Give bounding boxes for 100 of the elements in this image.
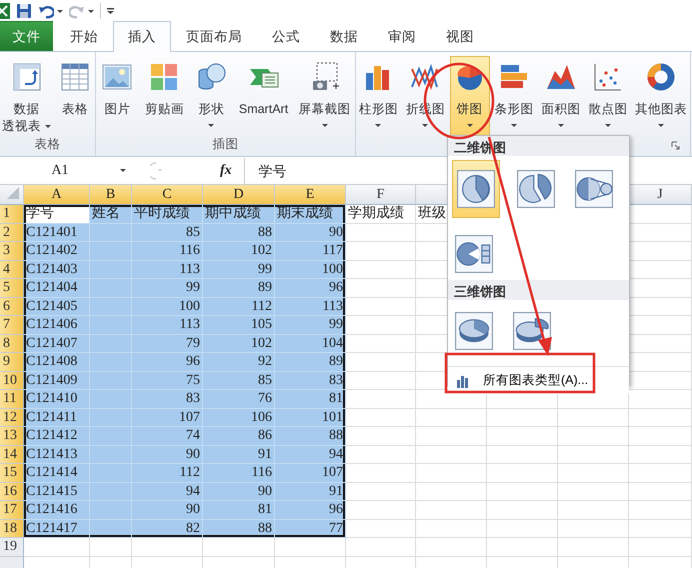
- table-cell: 学号: [24, 205, 90, 224]
- ribbon-tab[interactable]: 数据: [315, 21, 373, 51]
- row-header[interactable]: 16: [0, 482, 24, 501]
- row-header[interactable]: 14: [0, 446, 24, 464]
- table-cell: 96: [132, 353, 203, 372]
- ribbon-button[interactable]: 屏幕截图: [296, 56, 354, 135]
- table-cell: 88: [275, 427, 346, 446]
- row-header[interactable]: 17: [0, 501, 24, 520]
- table-cell: 94: [132, 482, 203, 501]
- ribbon-button[interactable]: 条形图: [492, 56, 537, 135]
- table-cell: [416, 501, 487, 520]
- row-header[interactable]: 7: [0, 316, 24, 334]
- table-cell: C121409: [24, 372, 90, 390]
- column-header[interactable]: J: [629, 185, 692, 205]
- ribbon-tab[interactable]: 审阅: [373, 21, 431, 51]
- table-cell: [346, 408, 416, 427]
- table-cell: [416, 520, 487, 538]
- table-cell: 94: [275, 446, 346, 464]
- table-cell: 104: [275, 334, 346, 353]
- table-cell: 117: [275, 242, 346, 260]
- button-label: 其他图表: [635, 101, 688, 118]
- table-cell: [416, 408, 487, 427]
- ribbon-tab[interactable]: 页面布局: [171, 21, 257, 51]
- table-cell: [487, 538, 558, 556]
- row-header[interactable]: 2: [0, 224, 24, 242]
- row-header[interactable]: 15: [0, 464, 24, 482]
- ribbon-button[interactable]: 图片: [97, 56, 138, 135]
- ribbon-button[interactable]: 表格: [55, 56, 95, 135]
- row-header[interactable]: 8: [0, 334, 24, 353]
- row-header[interactable]: 5: [0, 279, 24, 298]
- chart-type-option[interactable]: [514, 167, 558, 211]
- row-header[interactable]: 12: [0, 408, 24, 427]
- table-cell: [487, 520, 558, 538]
- table-cell: [346, 446, 416, 464]
- row-header[interactable]: 18: [0, 520, 24, 538]
- column-header[interactable]: B: [90, 185, 132, 205]
- row-header[interactable]: 1: [0, 205, 24, 224]
- group-label: 表格: [34, 136, 62, 153]
- save-icon[interactable]: [16, 3, 32, 19]
- row-header[interactable]: 4: [0, 260, 24, 279]
- table-cell: [558, 520, 629, 538]
- row-header[interactable]: 13: [0, 427, 24, 446]
- menu-item[interactable]: 所有图表类型(A)...: [448, 366, 629, 394]
- table-cell: [24, 538, 90, 556]
- scatter-chart-icon: [592, 61, 624, 93]
- ribbon-button[interactable]: 柱形图: [356, 56, 401, 135]
- chart-type-option[interactable]: [452, 309, 496, 353]
- ribbon-button[interactable]: 面积图: [538, 56, 584, 135]
- button-label: 剪贴画: [144, 101, 184, 118]
- file-tab[interactable]: 文件: [0, 21, 53, 51]
- insert-function-button[interactable]: fx: [220, 164, 232, 178]
- table-cell: C121413: [24, 446, 90, 464]
- table-cell: C121401: [24, 224, 90, 242]
- chart-type-option[interactable]: [452, 160, 500, 218]
- pie-chart-icon: [517, 170, 555, 208]
- ribbon-button[interactable]: 其他图表: [632, 56, 690, 135]
- ribbon-button[interactable]: SmartArt: [236, 56, 292, 135]
- column-header[interactable]: A: [24, 185, 90, 205]
- ribbon-tab[interactable]: 插入: [113, 21, 171, 52]
- row-header[interactable]: 3: [0, 242, 24, 260]
- row-header[interactable]: 6: [0, 298, 24, 316]
- chart-type-option[interactable]: [572, 167, 616, 211]
- customize-menu-icon[interactable]: [107, 8, 114, 14]
- ribbon-button[interactable]: 形状: [191, 56, 232, 135]
- column-header[interactable]: F: [346, 185, 416, 205]
- table-cell: 112: [203, 298, 275, 316]
- table-cell: [558, 482, 629, 501]
- table-cell: [346, 372, 416, 390]
- column-header[interactable]: E: [275, 185, 346, 205]
- caret-icon: [88, 10, 94, 12]
- column-header[interactable]: C: [132, 185, 203, 205]
- table-cell: [487, 427, 558, 446]
- column-header[interactable]: D: [203, 185, 275, 205]
- ribbon-tab[interactable]: 开始: [55, 21, 113, 51]
- table-cell: 99: [275, 316, 346, 334]
- table-cell: 101: [275, 408, 346, 427]
- table-cell: [203, 538, 275, 556]
- ribbon-tab[interactable]: 公式: [257, 21, 315, 51]
- ribbon-button[interactable]: 剪贴画: [142, 56, 187, 135]
- table-cell: [90, 427, 132, 446]
- ribbon-button[interactable]: 散点图: [585, 56, 630, 135]
- pie-chart-icon: [455, 312, 493, 350]
- table-cell: [346, 427, 416, 446]
- button-label: 散点图: [588, 101, 628, 118]
- ribbon-tab[interactable]: 视图: [431, 21, 489, 51]
- table-cell: [629, 538, 692, 556]
- ribbon-button[interactable]: 数据 透视表: [0, 56, 53, 135]
- chart-type-option[interactable]: [452, 232, 496, 276]
- name-box[interactable]: A1: [0, 158, 150, 182]
- table-cell: [487, 482, 558, 501]
- ribbon-button[interactable]: 饼图: [450, 56, 490, 138]
- dialog-launcher-icon[interactable]: [671, 141, 680, 150]
- undo-icon[interactable]: [38, 3, 54, 19]
- row-header[interactable]: 10: [0, 372, 24, 390]
- table-cell: [558, 427, 629, 446]
- table-cell: 75: [132, 372, 203, 390]
- row-header[interactable]: 9: [0, 353, 24, 372]
- row-header[interactable]: 19: [0, 538, 24, 556]
- row-header[interactable]: 11: [0, 390, 24, 408]
- button-label: 条形图: [494, 101, 534, 118]
